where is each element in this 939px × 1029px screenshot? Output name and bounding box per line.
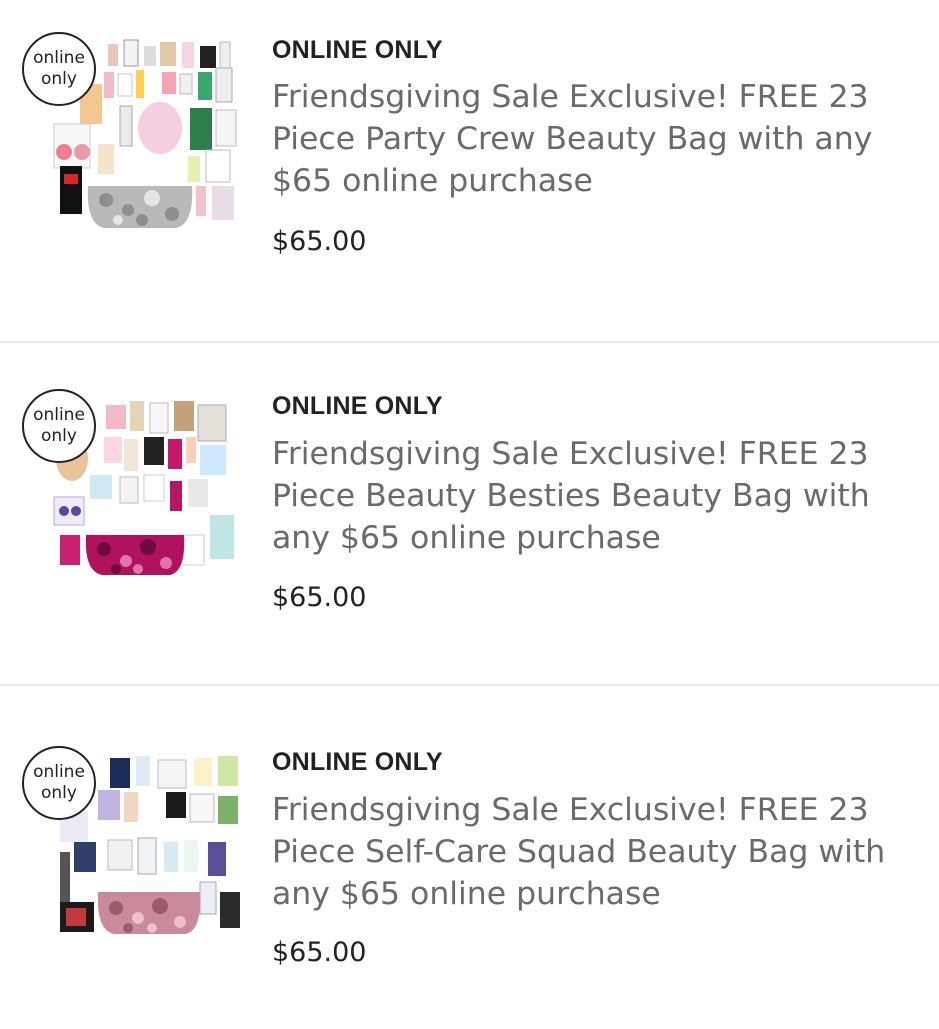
online-only-label: ONLINE ONLY [272, 748, 443, 776]
online-only-badge: online only [22, 389, 96, 463]
product-image[interactable]: online only [20, 28, 245, 238]
product-price: $65.00 [272, 226, 367, 257]
product-title[interactable]: Friendsgiving Sale Exclusive! FREE 23 Pi… [272, 433, 912, 559]
online-only-badge: online only [22, 32, 96, 106]
product-image[interactable]: online only [20, 742, 245, 952]
product-card[interactable]: online only ONLINE ONLY Friendsgiving Sa… [0, 0, 939, 343]
product-card[interactable]: online only ONLINE ONLY Friendsgiving Sa… [0, 343, 939, 686]
product-title[interactable]: Friendsgiving Sale Exclusive! FREE 23 Pi… [272, 76, 912, 202]
product-list: online only ONLINE ONLY Friendsgiving Sa… [0, 0, 939, 999]
product-title[interactable]: Friendsgiving Sale Exclusive! FREE 23 Pi… [272, 789, 912, 915]
online-only-label: ONLINE ONLY [272, 36, 443, 64]
online-only-badge: online only [22, 746, 96, 820]
product-price: $65.00 [272, 582, 367, 613]
product-image[interactable]: online only [20, 385, 245, 595]
online-only-label: ONLINE ONLY [272, 392, 443, 420]
product-price: $65.00 [272, 937, 367, 968]
product-card[interactable]: online only ONLINE ONLY Friendsgiving Sa… [0, 686, 939, 1029]
